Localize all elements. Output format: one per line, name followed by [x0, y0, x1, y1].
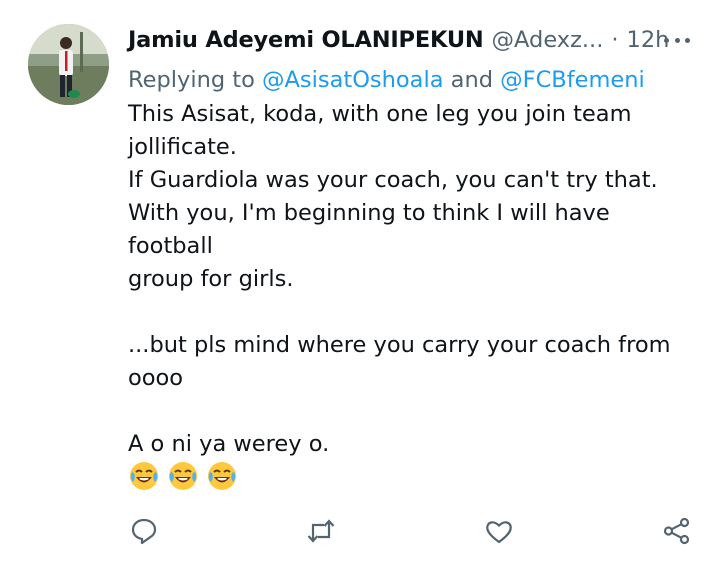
- like-button[interactable]: [484, 516, 514, 546]
- tweet-text-line: jollificate.: [128, 134, 237, 160]
- crying-laughing-emoji: [128, 460, 160, 492]
- mention-link[interactable]: @FCBfemeni: [500, 67, 645, 93]
- tweet-text: This Asisat, koda, with one leg you join…: [128, 98, 693, 461]
- action-bar: [0, 516, 720, 548]
- reply-icon: [131, 518, 157, 545]
- avatar-photo: [28, 24, 109, 105]
- author-name[interactable]: Jamiu Adeyemi OLANIPEKUN: [128, 26, 484, 54]
- separator-dot: ·: [611, 27, 619, 53]
- author-handle[interactable]: @Adexz...: [492, 26, 604, 54]
- share-button[interactable]: [662, 516, 692, 546]
- tweet-text-line: If Guardiola was your coach, you can't t…: [128, 167, 658, 193]
- share-icon: [663, 517, 690, 545]
- more-dot: [685, 37, 690, 43]
- reply-button[interactable]: [129, 516, 159, 546]
- tweet-text-line: group for girls.: [128, 266, 294, 292]
- tweet-text-line: oooo: [128, 365, 184, 391]
- replying-conjunction: and: [443, 67, 501, 93]
- timestamp[interactable]: 12h: [627, 26, 670, 54]
- more-dot: [664, 37, 669, 43]
- more-dot: [674, 37, 680, 43]
- tweet-header: Jamiu Adeyemi OLANIPEKUN @Adexz... · 12h: [128, 26, 669, 54]
- avatar[interactable]: [28, 24, 109, 105]
- more-options-icon[interactable]: [664, 36, 690, 44]
- tweet-text-line: A o ni ya werey o.: [128, 431, 330, 457]
- crying-laughing-emoji: [206, 460, 238, 492]
- retweet-button[interactable]: [306, 516, 336, 546]
- tweet-text-line: ...but pls mind where you carry your coa…: [128, 332, 671, 358]
- tweet-text-line: With you, I'm beginning to think I will …: [128, 200, 610, 259]
- retweet-icon: [307, 519, 335, 543]
- emoji-row: [128, 460, 238, 492]
- tweet-text-line: This Asisat, koda, with one leg you join…: [128, 101, 632, 127]
- mention-link[interactable]: @AsisatOshoala: [262, 67, 443, 93]
- replying-prefix: Replying to: [128, 67, 263, 93]
- crying-laughing-emoji: [167, 460, 199, 492]
- heart-icon: [486, 521, 512, 544]
- replying-to: Replying to @AsisatOshoala and @FCBfemen…: [128, 66, 645, 94]
